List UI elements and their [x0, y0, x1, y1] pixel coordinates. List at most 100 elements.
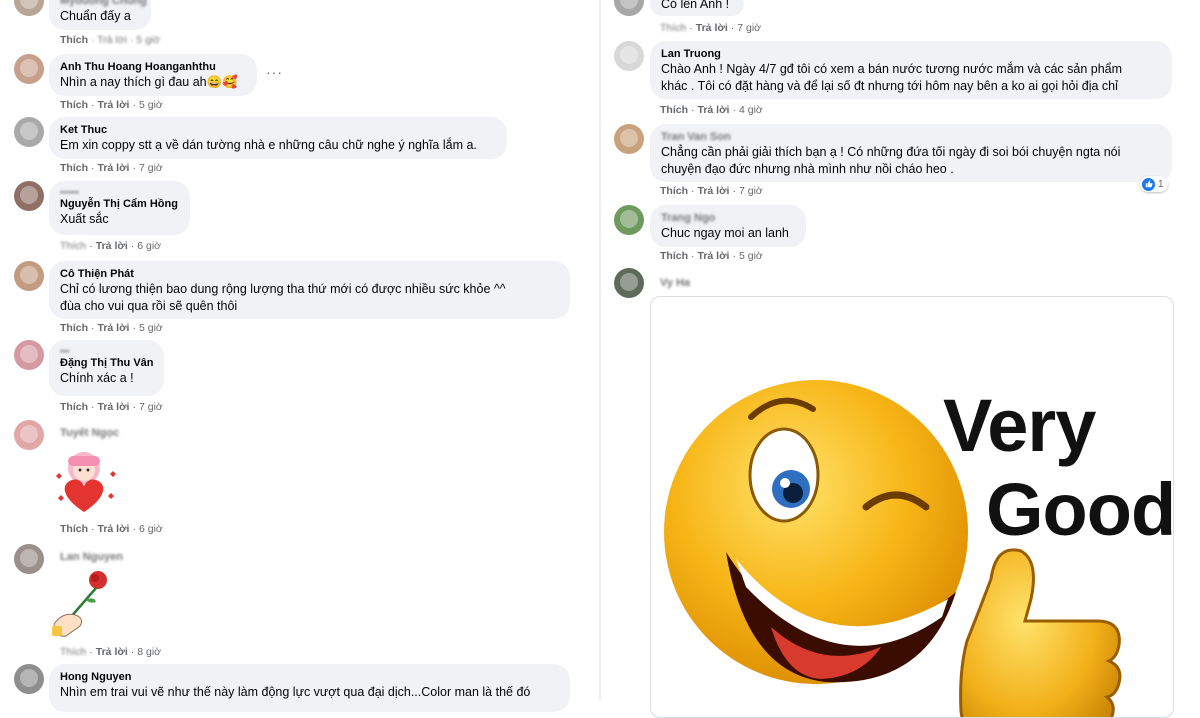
comment-bubble: Myduong Chung Chuẩn đấy a	[49, 0, 151, 30]
comment-author[interactable]: Nguyễn Thị Cẩm Hồng	[60, 197, 179, 211]
avatar[interactable]	[14, 117, 44, 147]
comment-time[interactable]: 5 giờ	[739, 250, 763, 262]
reply-link[interactable]: Trả lời	[96, 240, 128, 252]
reply-link[interactable]: Trả lời	[698, 185, 730, 197]
avatar[interactable]	[14, 420, 44, 450]
comment-text: Chuc ngay moi an lanh	[661, 226, 789, 240]
comment-time[interactable]: 7 giờ	[139, 401, 163, 413]
avatar[interactable]	[14, 181, 44, 211]
comment-text: Em xin coppy stt ạ về dán tường nhà e nh…	[60, 138, 477, 152]
comment-actions: Thích · Trả lời · 8 giờ	[60, 646, 162, 658]
comment-author-blurred: Tuyết Ngọc	[60, 427, 120, 439]
comment-bubble: ••• Đặng Thị Thu Vân Chính xác a !	[49, 340, 164, 396]
comment-actions: Thích · Trả lời · 7 giờ	[60, 162, 163, 174]
heart-sticker[interactable]	[48, 446, 120, 518]
comment-actions: Thích · Trả lời · 5 giờ	[60, 99, 163, 111]
like-link[interactable]: Thích	[60, 240, 86, 252]
reply-link[interactable]: Trả lời	[98, 99, 130, 111]
comment-time[interactable]: 7 giờ	[139, 162, 163, 174]
reply-link[interactable]: Trả lời	[698, 250, 730, 262]
reply-link[interactable]: Trả lời	[98, 162, 130, 174]
comment-actions: Thích · Trả lời · 6 giờ	[60, 240, 162, 252]
like-link[interactable]: Thích	[660, 22, 686, 34]
good-text: Good	[986, 468, 1174, 551]
comment-time[interactable]: 7 giờ	[737, 22, 761, 34]
reply-link[interactable]: · Trả lời · 5 giờ	[91, 34, 160, 46]
like-link[interactable]: Thích	[660, 250, 688, 262]
comment-text: Xuất sắc	[60, 212, 109, 226]
comment-bubble: Anh Thu Hoang Hoanganhthu Nhìn a nay thí…	[49, 54, 257, 96]
like-link[interactable]: Thích	[660, 185, 688, 197]
like-link[interactable]: Thích	[60, 162, 88, 174]
like-link[interactable]: Thích	[60, 34, 88, 46]
comment-author[interactable]: Anh Thu Hoang Hoanganhthu	[60, 60, 246, 74]
comment-actions: Thích · Trả lời · 5 giờ	[660, 250, 763, 262]
comment-actions: Thích · Trả lời · 7 giờ	[60, 401, 163, 413]
comment-author[interactable]: Lan Truong	[661, 47, 1161, 61]
comment-time[interactable]: 5 giờ	[139, 99, 163, 111]
comment-actions: Thích · Trả lời · 6 giờ	[60, 523, 163, 535]
avatar[interactable]	[614, 268, 644, 298]
comment-actions: Thích · Trả lời · 4 giờ	[660, 104, 763, 116]
like-link[interactable]: Thích	[60, 646, 86, 658]
avatar[interactable]	[14, 544, 44, 574]
rose-sticker[interactable]	[48, 568, 112, 640]
very-text: Very	[943, 384, 1096, 467]
avatar[interactable]	[614, 41, 644, 71]
reply-link[interactable]: Trả lời	[696, 22, 728, 34]
comment-text: Chính xác a !	[60, 371, 134, 385]
more-options-icon[interactable]: ···	[266, 64, 283, 80]
like-link[interactable]: Thích	[60, 523, 88, 535]
avatar[interactable]	[614, 124, 644, 154]
avatar[interactable]	[614, 205, 644, 235]
reaction-count-value: 1	[1158, 178, 1164, 190]
reply-link[interactable]: Trả lời	[98, 322, 130, 334]
comment-text: Nhìn a nay thích gì đau ah😄🥰	[60, 75, 238, 89]
like-link[interactable]: Thích	[60, 401, 88, 413]
comment-bubble: Trang Ngo Chuc ngay moi an lanh	[650, 205, 806, 247]
comment-bubble: Lan Truong Chào Anh ! Ngày 4/7 gđ tôi có…	[650, 41, 1172, 99]
comment-time[interactable]: 5 giờ	[139, 322, 163, 334]
comment-author[interactable]: Đặng Thị Thu Vân	[60, 356, 154, 370]
like-link[interactable]: Thích	[660, 104, 688, 116]
comment-bubble: Tran Van Son Chẳng cần phải giải thích b…	[650, 124, 1172, 182]
comment-time[interactable]: 6 giờ	[139, 523, 163, 535]
comment-text: Chuẩn đấy a	[60, 9, 131, 23]
like-link[interactable]: Thích	[60, 322, 88, 334]
comment-author[interactable]: Cô Thiện Phát	[60, 267, 559, 281]
reaction-count[interactable]: 1	[1140, 176, 1168, 192]
comment-bubble: •••••• Nguyễn Thị Cẩm Hồng Xuất sắc	[49, 181, 190, 235]
comment-time[interactable]: 8 giờ	[137, 646, 161, 658]
comment-bubble: Ket Thuc Em xin coppy stt ạ về dán tường…	[49, 117, 507, 159]
reply-link[interactable]: Trả lời	[698, 104, 730, 116]
avatar[interactable]	[14, 664, 44, 694]
comment-author[interactable]: Myduong Chung	[60, 0, 147, 8]
comment-actions: Thích · Trả lời · 7 giờ	[660, 22, 762, 34]
avatar[interactable]	[14, 340, 44, 370]
comment-time[interactable]: 4 giờ	[739, 104, 763, 116]
like-reaction-icon	[1142, 177, 1155, 191]
comment-bubble: Có lên Anh !	[650, 0, 744, 16]
reply-link[interactable]: Trả lời	[98, 401, 130, 413]
comment-author-blurred: Vy Ha	[660, 277, 691, 289]
comment-author[interactable]: Hong Nguyen	[60, 670, 559, 684]
avatar[interactable]	[14, 54, 44, 84]
comment-text-line: Chào Anh ! Ngày 4/7 gđ tôi có xem a bán …	[661, 62, 1123, 76]
comment-text-line: đùa cho vui qua rồi sẽ quên thôi	[60, 299, 238, 313]
comment-time[interactable]: 7 giờ	[739, 185, 763, 197]
comment-actions: Thích · Trả lời · 7 giờ	[660, 185, 763, 197]
comment-author[interactable]: Trang Ngo	[661, 211, 795, 225]
reply-link[interactable]: Trả lời	[96, 646, 128, 658]
comment-text: Có lên Anh !	[661, 0, 730, 11]
very-good-image[interactable]: Very Good	[650, 296, 1174, 718]
comment-text-line: chuyện đạo đức nhưng nhà mình như nồi ch…	[661, 162, 954, 176]
comment-actions: Thích · Trả lời · 5 giờ	[60, 322, 163, 334]
reply-link[interactable]: Trả lời	[98, 523, 130, 535]
comment-author[interactable]: Tran Van Son	[661, 130, 1161, 144]
like-link[interactable]: Thích	[60, 99, 88, 111]
comment-author[interactable]: Ket Thuc	[60, 123, 496, 137]
comment-author-blurred: ••••••	[60, 187, 79, 197]
comment-time[interactable]: 6 giờ	[137, 240, 161, 252]
comment-text: Nhìn em trai vui vẽ như thế này làm động…	[60, 685, 531, 699]
avatar[interactable]	[14, 261, 44, 291]
